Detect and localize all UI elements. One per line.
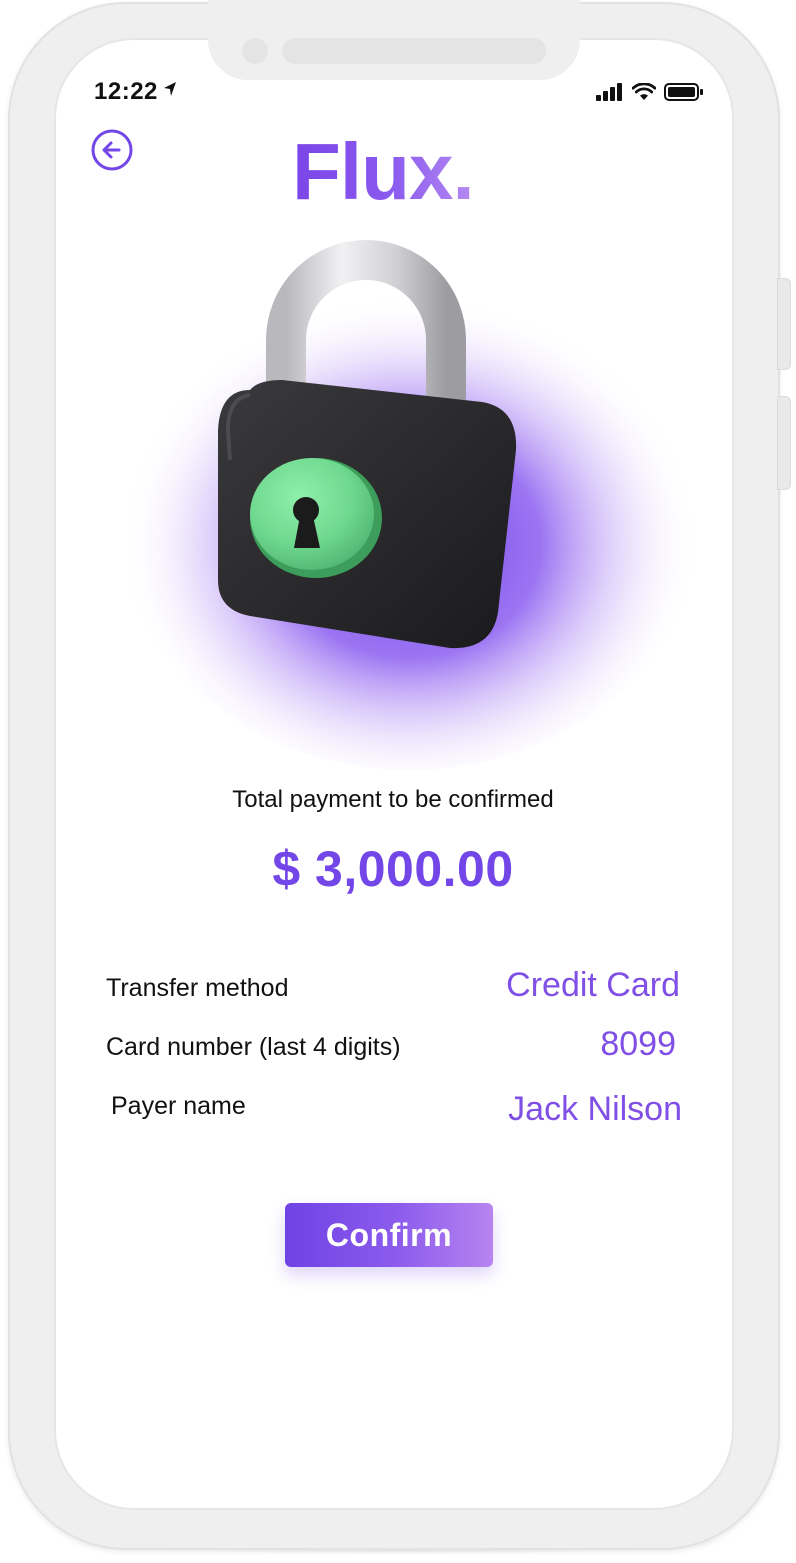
device-side-button-upper <box>777 278 791 370</box>
payer-name-label: Payer name <box>111 1092 246 1120</box>
brand-logo: Flux. <box>292 127 475 216</box>
location-arrow-icon <box>162 80 178 104</box>
earpiece-speaker <box>282 38 546 64</box>
arrow-left-circle-icon <box>91 129 133 171</box>
battery-icon <box>664 83 703 101</box>
cellular-signal-icon <box>596 83 622 101</box>
card-number-value: 8099 <box>600 1025 676 1063</box>
total-payment-label: Total payment to be confirmed <box>232 786 554 813</box>
padlock-illustration <box>120 230 700 770</box>
status-indicators <box>596 82 704 102</box>
wifi-icon <box>632 83 656 100</box>
total-payment-amount: $ 3,000.00 <box>272 841 514 897</box>
transfer-method-value: Credit Card <box>506 966 680 1004</box>
back-button[interactable] <box>90 128 134 172</box>
padlock-icon <box>120 240 700 770</box>
payer-name-value: Jack Nilson <box>508 1090 682 1128</box>
device-side-button-lower <box>777 396 791 490</box>
confirm-button[interactable]: Confirm <box>285 1203 493 1267</box>
app-canvas: 12:22 Flux. Total payment to be confirme… <box>0 0 796 1563</box>
card-number-label: Card number (last 4 digits) <box>106 1033 401 1061</box>
status-time: 12:22 <box>94 78 158 105</box>
transfer-method-label: Transfer method <box>106 974 289 1002</box>
front-camera <box>242 38 268 64</box>
